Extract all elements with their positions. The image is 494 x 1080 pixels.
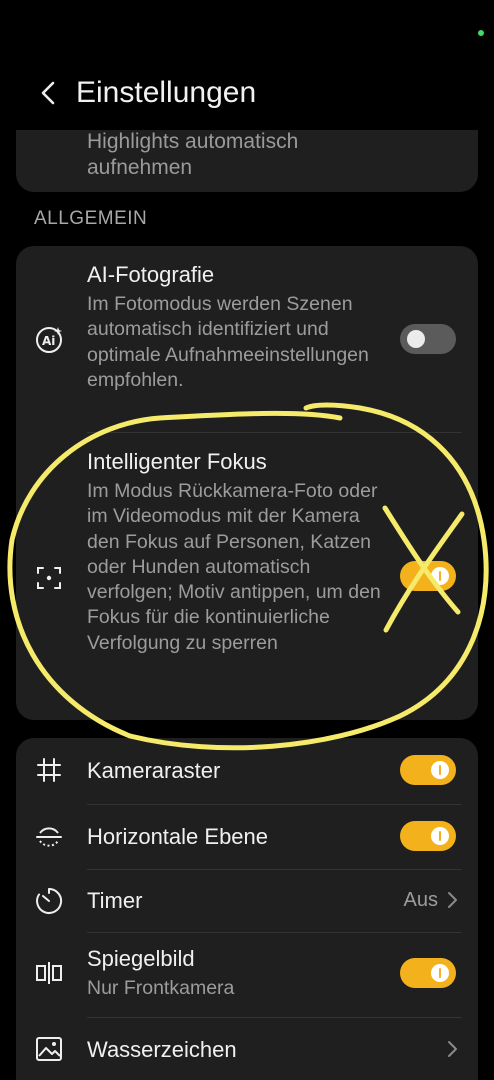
highlights-card[interactable]: Highlights automatisch aufnehmen — [16, 130, 478, 192]
mirror-title: Spiegelbild — [87, 946, 195, 971]
mirror-toggle[interactable] — [400, 958, 456, 988]
status-indicator-dot — [478, 30, 484, 36]
watermark-title: Wasserzeichen — [87, 1037, 237, 1062]
setting-ai-photo[interactable]: Ai AI-Fotografie Im Fotomodus werden Sze… — [16, 246, 478, 432]
setting-timer[interactable]: Timer Aus — [16, 870, 478, 932]
general-settings-card: Ai AI-Fotografie Im Fotomodus werden Sze… — [16, 246, 478, 720]
timer-icon — [36, 887, 63, 914]
svg-text:Ai: Ai — [42, 334, 55, 348]
ai-photo-description: Im Fotomodus werden Szenen automatisch i… — [87, 293, 369, 391]
chevron-right-icon — [448, 892, 457, 908]
toggle-knob — [431, 964, 449, 982]
mirror-subtitle: Nur Frontkamera — [87, 977, 235, 999]
timer-value: Aus — [403, 889, 438, 911]
back-arrow-icon[interactable] — [34, 78, 64, 108]
ai-icon: Ai — [36, 327, 62, 353]
timer-title: Timer — [87, 888, 143, 913]
smart-focus-description: Im Modus Rückkamera-Foto oder im Videomo… — [87, 480, 381, 654]
watermark-image-icon — [36, 1037, 62, 1061]
header: Einstellungen — [0, 66, 494, 122]
toggle-knob — [431, 761, 449, 779]
mirror-icon — [36, 962, 62, 984]
focus-frame-icon — [37, 567, 61, 589]
toggle-knob — [431, 827, 449, 845]
setting-mirror[interactable]: Spiegelbild Nur Frontkamera — [16, 933, 478, 1017]
level-toggle[interactable] — [400, 821, 456, 851]
grid-hash-icon — [37, 758, 61, 782]
ai-photo-toggle[interactable] — [400, 324, 456, 354]
misc-settings-card: Kameraraster Horizontale Ebene Timer Aus — [16, 738, 478, 1080]
setting-level[interactable]: Horizontale Ebene — [16, 805, 478, 869]
grid-toggle[interactable] — [400, 755, 456, 785]
smart-focus-title: Intelligenter Fokus — [87, 449, 267, 474]
toggle-knob — [431, 567, 449, 585]
smart-focus-toggle[interactable] — [400, 561, 456, 591]
level-title: Horizontale Ebene — [87, 824, 269, 849]
toggle-knob — [407, 330, 425, 348]
setting-watermark[interactable]: Wasserzeichen — [16, 1018, 478, 1080]
grid-title: Kameraraster — [87, 758, 221, 783]
setting-smart-focus[interactable]: Intelligenter Fokus Im Modus Rückkamera-… — [16, 433, 478, 720]
horizon-level-icon — [36, 827, 62, 847]
chevron-right-icon — [448, 1041, 457, 1057]
highlights-text: Highlights automatisch aufnehmen — [87, 130, 299, 179]
section-label-general: ALLGEMEIN — [34, 208, 148, 229]
ai-photo-title: AI-Fotografie — [87, 262, 215, 287]
page-title: Einstellungen — [76, 76, 257, 109]
setting-grid[interactable]: Kameraraster — [16, 738, 478, 804]
